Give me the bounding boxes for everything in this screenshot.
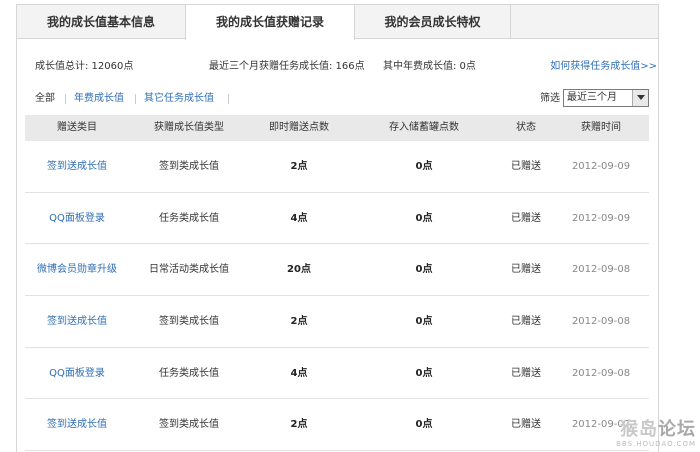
row-instant-points: 20点 [287, 264, 311, 276]
row-status: 已赠送 [511, 161, 541, 172]
row-category-link[interactable]: 签到送成长值 [25, 296, 129, 347]
row-type: 签到类成长值 [159, 419, 219, 431]
forum-watermark-logo: 猴岛论坛 BBS.HOUDAO.COM [616, 419, 696, 449]
header-type: 获赠成长值类型 [154, 122, 224, 133]
row-instant-points: 4点 [290, 367, 308, 379]
header-instant: 即时赠送点数 [269, 122, 329, 133]
how-to-get-growth-link[interactable]: 如何获得任务成长值>> [550, 57, 657, 77]
filter-annual[interactable]: 年费成长值 [74, 91, 124, 107]
table-row: QQ面板登录 任务类成长值 4点 0点 已赠送 2012-09-08 [25, 348, 649, 400]
row-category-link[interactable]: 微博会员勋章升级 [25, 244, 129, 295]
watermark-url: BBS.HOUDAO.COM [616, 440, 696, 448]
row-status: 已赠送 [511, 316, 541, 328]
row-type: 签到类成长值 [159, 161, 219, 172]
filter-divider [65, 94, 66, 104]
row-saved-points: 0点 [415, 367, 433, 379]
row-type: 签到类成长值 [159, 316, 219, 328]
row-instant-points: 2点 [290, 316, 308, 328]
row-date: 2012-09-09 [571, 161, 631, 172]
total-growth-value: 成长值总计: 12060点 [35, 61, 134, 72]
row-saved-points: 0点 [415, 212, 433, 224]
row-category-link[interactable]: 签到送成长值 [25, 141, 129, 192]
row-saved-points: 0点 [415, 264, 433, 276]
header-saved: 存入储蓄罐点数 [389, 122, 459, 133]
records-table: 签到送成长值 签到类成长值 2点 0点 已赠送 2012-09-09 QQ面板登… [25, 141, 649, 452]
header-date: 获赠时间 [581, 122, 621, 133]
annual-growth: 其中年费成长值: 0点 [383, 61, 476, 72]
row-category-link[interactable]: QQ面板登录 [25, 193, 129, 244]
tab-gift-records[interactable]: 我的成长值获赠记录 [185, 5, 355, 40]
table-row: 微博会员勋章升级 日常活动类成长值 20点 0点 已赠送 2012-09-08 [25, 244, 649, 297]
tab-bar: 我的成长值基本信息 我的成长值获赠记录 我的会员成长特权 [17, 5, 658, 40]
row-instant-points: 2点 [290, 419, 308, 431]
period-select-value: 最近三个月 [567, 92, 617, 103]
table-row: 签到送成长值 签到类成长值 2点 0点 已赠送 2012-09-07 [25, 399, 649, 452]
row-instant-points: 4点 [290, 212, 308, 224]
recent-task-growth: 最近三个月获赠任务成长值: 166点 [209, 61, 365, 72]
table-row: 签到送成长值 签到类成长值 2点 0点 已赠送 2012-09-09 [25, 141, 649, 193]
row-status: 已赠送 [511, 212, 541, 224]
row-saved-points: 0点 [415, 161, 433, 172]
row-type: 任务类成长值 [159, 212, 219, 224]
period-select[interactable]: 最近三个月 [563, 89, 649, 107]
filter-divider [135, 94, 136, 104]
filter-label: 筛选 [540, 93, 560, 104]
row-type: 日常活动类成长值 [149, 264, 229, 276]
header-status: 状态 [516, 122, 536, 133]
row-instant-points: 2点 [290, 161, 308, 172]
filter-bar: 全部 年费成长值 其它任务成长值 筛选 最近三个月 [17, 87, 658, 111]
row-type: 任务类成长值 [159, 367, 219, 379]
filter-other-tasks[interactable]: 其它任务成长值 [144, 91, 214, 107]
table-row: QQ面板登录 任务类成长值 4点 0点 已赠送 2012-09-09 [25, 193, 649, 245]
row-status: 已赠送 [511, 367, 541, 379]
row-saved-points: 0点 [415, 419, 433, 431]
summary-bar: 成长值总计: 12060点 最近三个月获赠任务成长值: 166点 其中年费成长值… [17, 57, 658, 77]
tab-basic-info[interactable]: 我的成长值基本信息 [17, 5, 185, 39]
row-category-link[interactable]: QQ面板登录 [25, 348, 129, 399]
growth-panel: 我的成长值基本信息 我的成长值获赠记录 我的会员成长特权 成长值总计: 1206… [16, 4, 659, 452]
row-date: 2012-09-08 [571, 264, 631, 276]
dropdown-arrow-icon[interactable] [632, 90, 648, 106]
tab-member-privileges[interactable]: 我的会员成长特权 [355, 5, 511, 39]
row-saved-points: 0点 [415, 316, 433, 328]
table-row: 签到送成长值 签到类成长值 2点 0点 已赠送 2012-09-08 [25, 296, 649, 348]
row-status: 已赠送 [511, 264, 541, 276]
row-category-link[interactable]: 签到送成长值 [25, 399, 129, 450]
row-date: 2012-09-08 [571, 367, 631, 379]
filter-all[interactable]: 全部 [35, 91, 55, 107]
row-status: 已赠送 [511, 419, 541, 431]
watermark-title: 猴岛论坛 [620, 419, 696, 440]
table-header: 赠送类目 获赠成长值类型 即时赠送点数 存入储蓄罐点数 状态 获赠时间 [25, 115, 649, 141]
header-category: 赠送类目 [57, 122, 97, 133]
filter-divider [228, 94, 229, 104]
row-date: 2012-09-09 [571, 212, 631, 224]
row-date: 2012-09-08 [571, 316, 631, 328]
